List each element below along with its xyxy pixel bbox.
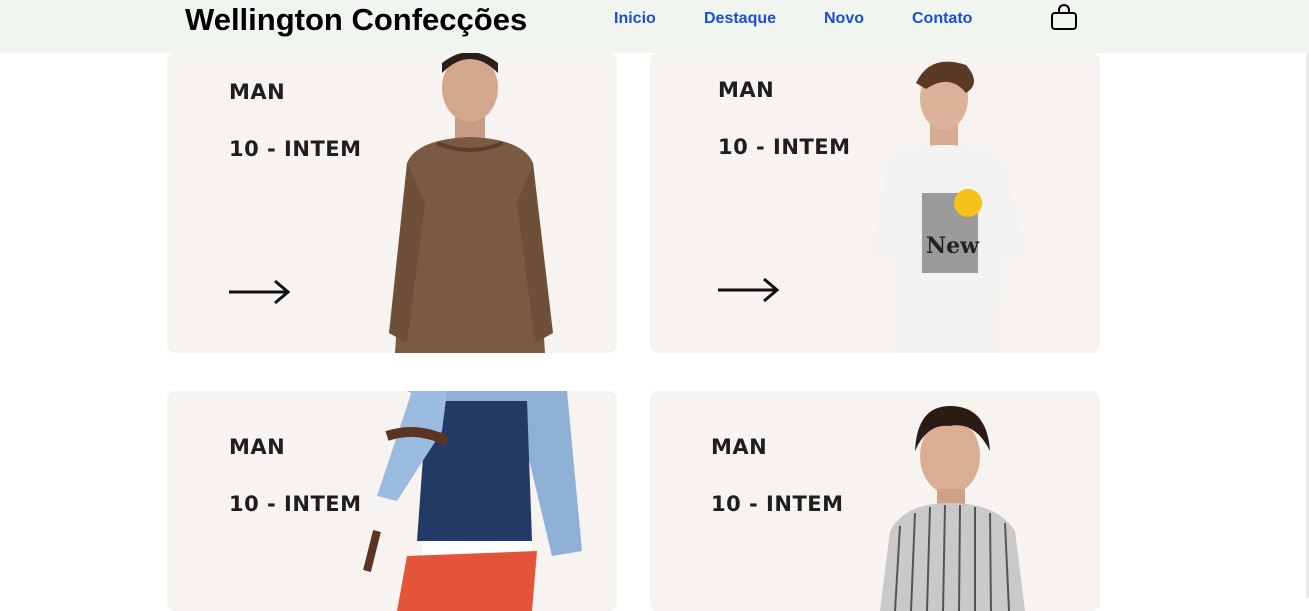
card-category: MAN [229, 435, 286, 459]
arrow-right-icon[interactable] [718, 277, 780, 303]
nav-link-novo[interactable]: Novo [824, 10, 864, 28]
arrow-right-icon[interactable] [229, 279, 291, 305]
top-navbar: Wellington Confecções Inicio Destaque No… [0, 0, 1309, 53]
card-category: MAN [229, 80, 286, 104]
nav-link-inicio[interactable]: Inicio [614, 10, 656, 28]
card-item-count: 10 - INTEM [229, 492, 362, 516]
product-image-tshirt: New [872, 61, 1026, 353]
card-category: MAN [718, 78, 775, 102]
product-image-striped-shirt [880, 406, 1025, 611]
card-item-count: 10 - INTEM [718, 135, 851, 159]
nav-link-destaque[interactable]: Destaque [704, 10, 776, 28]
card-category: MAN [711, 435, 768, 459]
category-card[interactable]: MAN 10 - INTEM New [650, 53, 1100, 353]
product-image-denim-shirt [363, 391, 582, 611]
shopping-bag-icon[interactable] [1050, 4, 1078, 30]
card-item-count: 10 - INTEM [229, 137, 362, 161]
nav-link-contato[interactable]: Contato [912, 10, 972, 28]
brand-logo[interactable]: Wellington Confecções [185, 2, 527, 38]
category-card[interactable]: MAN 10 - INTEM [167, 391, 617, 611]
category-card[interactable]: MAN 10 - INTEM [167, 53, 617, 353]
card-item-count: 10 - INTEM [711, 492, 844, 516]
product-image-sweater [389, 53, 553, 353]
category-card[interactable]: MAN 10 - INTEM [650, 391, 1100, 611]
svg-text:New: New [926, 233, 980, 259]
